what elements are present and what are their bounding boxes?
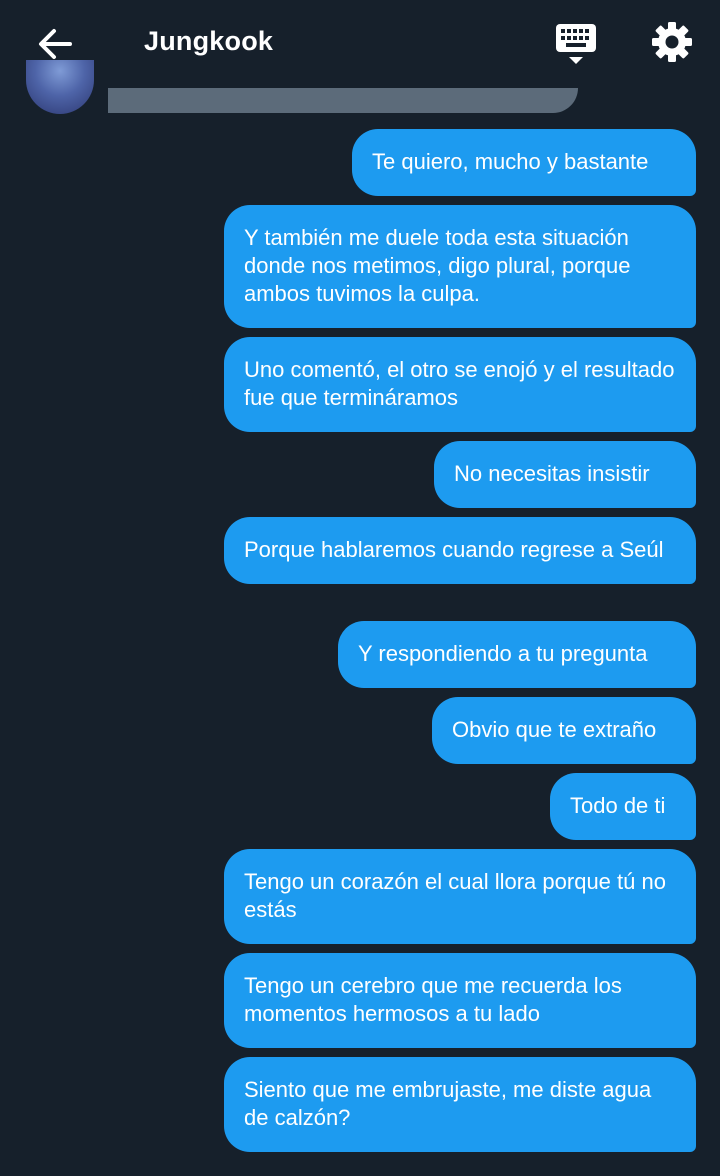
sent-message-bubble[interactable]: Porque hablaremos cuando regrese a Seúl bbox=[224, 517, 696, 584]
sent-message-bubble[interactable]: No necesitas insistir bbox=[434, 441, 696, 508]
sent-message-bubble[interactable]: Tengo un corazón el cual llora porque tú… bbox=[224, 849, 696, 944]
sent-message-bubble[interactable]: Te quiero, mucho y bastante bbox=[352, 129, 696, 196]
sent-message-bubble[interactable]: Y también me duele toda esta situación d… bbox=[224, 205, 696, 328]
keyboard-icon bbox=[556, 24, 596, 64]
sent-message-bubble[interactable]: Todo de ti bbox=[550, 773, 696, 840]
gear-icon bbox=[652, 22, 692, 62]
app-header: Jungkook bbox=[0, 0, 720, 88]
sent-message-bubble[interactable]: Obvio que te extraño bbox=[432, 697, 696, 764]
chat-title: Jungkook bbox=[144, 26, 274, 56]
sent-message-bubble[interactable]: Tengo un cerebro que me recuerda los mom… bbox=[224, 953, 696, 1048]
settings-button[interactable] bbox=[648, 18, 696, 66]
sent-message-bubble[interactable]: Uno comentó, el otro se enojó y el resul… bbox=[224, 337, 696, 432]
contact-avatar[interactable] bbox=[26, 60, 94, 114]
sent-message-bubble[interactable]: Siento que me embrujaste, me diste agua … bbox=[224, 1057, 696, 1152]
sent-message-bubble[interactable]: Y respondiendo a tu pregunta bbox=[338, 621, 696, 688]
received-message-bubble[interactable] bbox=[108, 88, 578, 113]
keyboard-button[interactable] bbox=[552, 20, 600, 68]
